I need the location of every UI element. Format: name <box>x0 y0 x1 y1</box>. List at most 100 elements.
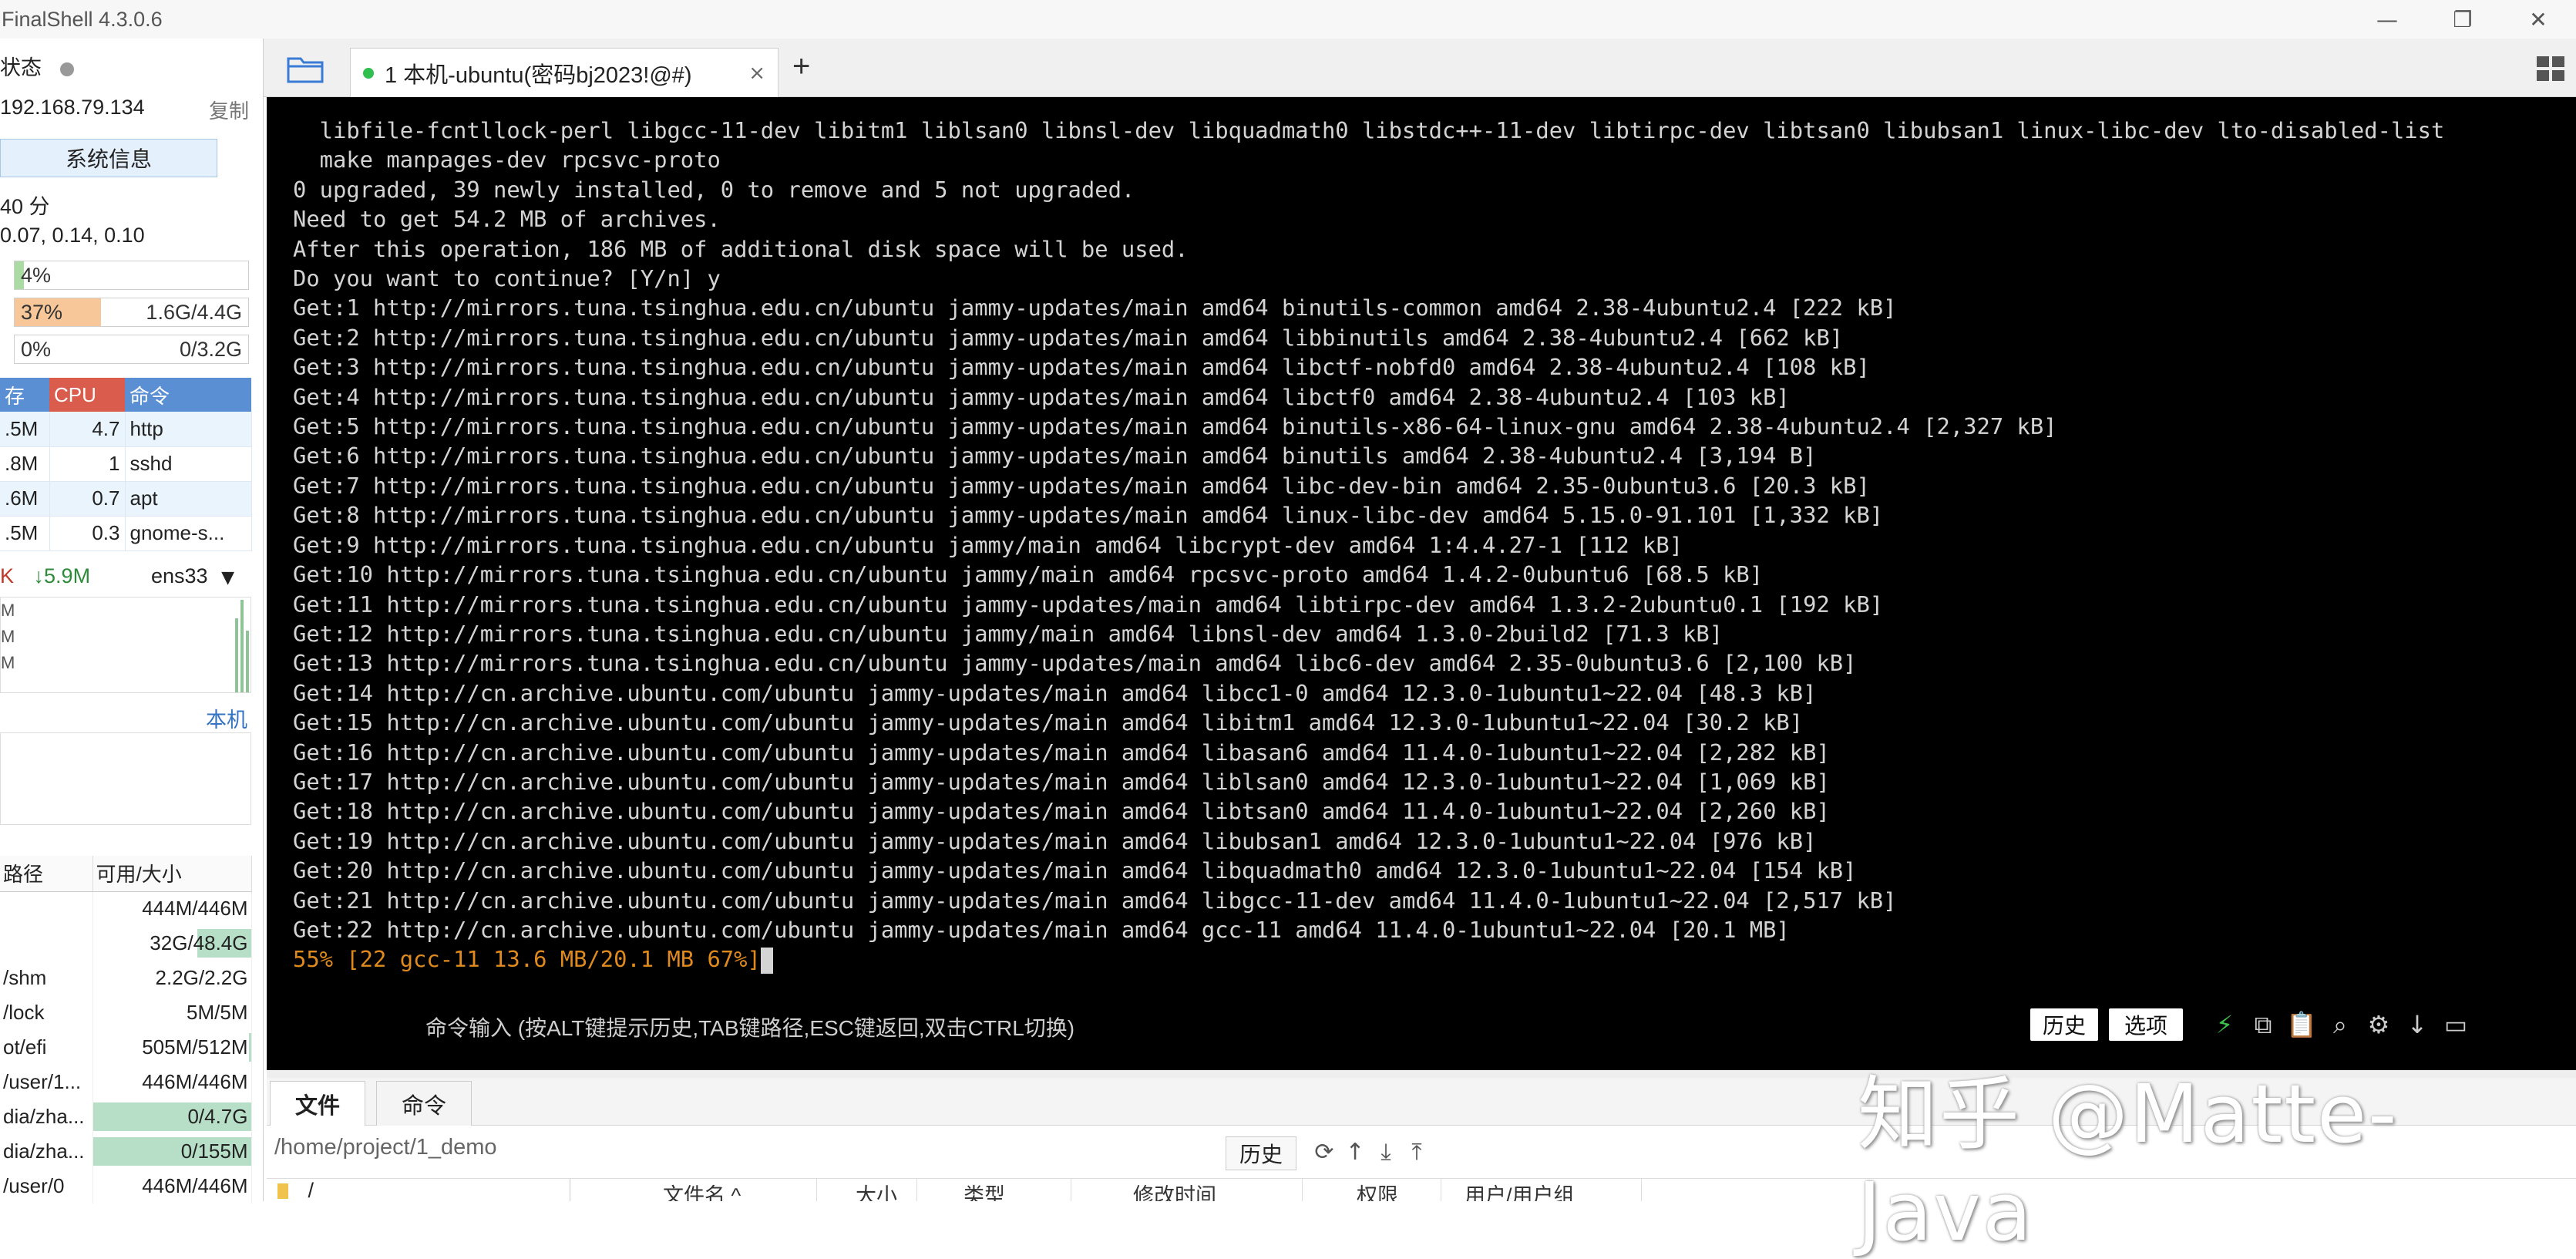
table-row[interactable]: dia/zha... 0/155M <box>0 1134 252 1169</box>
status-label: 状态 <box>0 56 42 79</box>
status-row: 状态 <box>0 51 74 81</box>
swap-meter: 0% 0/3.2G <box>14 335 249 364</box>
up-dir-icon[interactable]: ↑ <box>1343 1136 1367 1167</box>
process-cpu: 1 <box>49 446 126 482</box>
command-input[interactable]: 命令输入 (按ALT键提示历史,TAB键路径,ESC键返回,双击CTRL切换) <box>425 1012 1074 1042</box>
table-row[interactable]: /user/0 446M/446M <box>0 1169 252 1203</box>
tab-files[interactable]: 文件 <box>270 1081 365 1126</box>
disk-size-cell: 32G/48.4G <box>92 926 252 961</box>
terminal-line: After this operation, 186 MB of addition… <box>293 235 1189 262</box>
graph-spike <box>246 631 249 692</box>
refresh-icon[interactable]: ⟳ <box>1312 1136 1337 1167</box>
table-row[interactable]: 444M/446M <box>0 891 252 926</box>
process-cpu: 0.3 <box>49 516 126 551</box>
command-column-header[interactable]: 命令 <box>125 378 251 412</box>
terminal-line: Get:10 http://mirrors.tuna.tsinghua.edu.… <box>293 561 1764 588</box>
size-column[interactable]: 大小 <box>817 1179 917 1201</box>
mem-column-header[interactable]: 存 <box>0 378 49 412</box>
path-input[interactable]: /home/project/1_demo <box>274 1135 497 1160</box>
filename-column[interactable]: 文件名 ^ <box>586 1179 817 1201</box>
network-down: ↓5.9M <box>33 564 91 587</box>
size-column-header[interactable]: 可用/大小 <box>92 856 252 892</box>
terminal-line: Get:18 http://cn.archive.ubuntu.com/ubun… <box>293 798 1830 825</box>
table-row[interactable]: ot/efi 505M/512M <box>0 1030 252 1065</box>
terminal-line: Get:14 http://cn.archive.ubuntu.com/ubun… <box>293 679 1817 706</box>
table-row[interactable]: dia/zha... 0/4.7G <box>0 1099 252 1134</box>
modified-column[interactable]: 修改时间 <box>1071 1179 1303 1201</box>
disk-size-cell: 444M/446M <box>92 891 252 926</box>
network-interface-select[interactable]: ens33 ▼ <box>151 564 234 588</box>
disk-size: 444M/446M <box>142 897 248 921</box>
progress-line: 55% [22 gcc-11 13.6 MB/20.1 MB 67%] <box>293 944 2551 975</box>
close-icon[interactable]: × <box>748 62 765 85</box>
tree-root: / <box>308 1179 314 1201</box>
copy-icon[interactable]: ⧉ <box>2248 1008 2278 1041</box>
folder-icon[interactable] <box>287 54 325 87</box>
app-title: FinalShell 4.3.0.6 <box>2 7 163 31</box>
layout-grid-icon[interactable] <box>2536 56 2565 86</box>
download-icon[interactable]: ⤓ <box>1374 1136 1398 1167</box>
local-link[interactable]: 本机 <box>206 703 247 733</box>
add-tab-button[interactable]: + <box>792 49 810 84</box>
disk-size: 446M/446M <box>142 1174 248 1197</box>
permission-column[interactable]: 权限 <box>1303 1179 1441 1201</box>
path-history-button[interactable]: 历史 <box>1226 1136 1296 1170</box>
search-icon[interactable]: ⌕ <box>2325 1008 2356 1041</box>
table-row[interactable]: .8M 1 sshd <box>0 446 252 482</box>
maximize-icon[interactable]: ▭ <box>2440 1008 2471 1041</box>
path-column-header[interactable]: 路径 <box>0 856 93 892</box>
disk-size-cell: 2.2G/2.2G <box>92 961 252 995</box>
uptime: 40 分 <box>0 195 50 218</box>
close-window-button[interactable]: ✕ <box>2500 0 2576 39</box>
directory-tree[interactable]: / <box>277 1179 570 1201</box>
restore-button[interactable]: ❐ <box>2425 0 2500 39</box>
minimize-button[interactable]: — <box>2349 0 2425 39</box>
table-row[interactable]: /shm 2.2G/2.2G <box>0 961 252 995</box>
type-column[interactable]: 类型 <box>917 1179 1071 1201</box>
tab-session-1[interactable]: 1 本机-ubuntu(密码bj2023!@#) × <box>350 48 779 97</box>
terminal-line: 0 upgraded, 39 newly installed, 0 to rem… <box>293 176 1135 203</box>
disk-size: 505M/512M <box>142 1035 248 1059</box>
terminal-line: Get:19 http://cn.archive.ubuntu.com/ubun… <box>293 827 1817 854</box>
arrow-down-icon[interactable]: ↓ <box>2402 1008 2433 1041</box>
disk-table-header: 路径 可用/大小 <box>0 856 252 892</box>
table-row[interactable]: .5M 0.3 gnome-s... <box>0 516 252 551</box>
table-row[interactable]: /user/1... 446M/446M <box>0 1065 252 1099</box>
network-interface: ens33 <box>151 564 208 587</box>
cpu-percent: 4% <box>21 264 52 287</box>
options-button[interactable]: 选项 <box>2109 1008 2183 1041</box>
tab-commands[interactable]: 命令 <box>376 1081 472 1126</box>
owner-column[interactable]: 用户/用户组 <box>1441 1179 1642 1201</box>
cpu-meter: 4% <box>14 261 249 290</box>
window-controls: — ❐ ✕ <box>2349 0 2576 39</box>
process-mem: .8M <box>0 446 50 482</box>
terminal-line: Get:4 http://mirrors.tuna.tsinghua.edu.c… <box>293 383 1790 410</box>
disk-size-cell: 5M/5M <box>92 995 252 1030</box>
cpu-column-header[interactable]: CPU <box>49 378 125 412</box>
terminal-line: Get:16 http://cn.archive.ubuntu.com/ubun… <box>293 739 1830 766</box>
upload-icon[interactable]: ⤒ <box>1404 1136 1429 1167</box>
gear-icon[interactable]: ⚙ <box>2363 1008 2394 1041</box>
disk-path <box>0 926 93 961</box>
table-row[interactable]: /lock 5M/5M <box>0 995 252 1030</box>
lightning-icon[interactable]: ⚡ <box>2209 1008 2240 1041</box>
terminal-line: Get:1 http://mirrors.tuna.tsinghua.edu.c… <box>293 295 1897 321</box>
graph-spike <box>235 618 238 692</box>
disk-path <box>0 891 93 926</box>
paste-icon[interactable]: 📋 <box>2286 1008 2317 1041</box>
table-row[interactable]: .5M 4.7 http <box>0 412 252 447</box>
terminal-output[interactable]: libfile-fcntllock-perl libgcc-11-dev lib… <box>267 97 2576 1070</box>
status-sidebar: 状态 192.168.79.134 复制 系统信息 40 分 0.07, 0.1… <box>0 39 264 1203</box>
disk-size-cell: 505M/512M <box>92 1030 252 1065</box>
copy-ip-link[interactable]: 复制 <box>209 96 249 124</box>
disk-size: 32G/48.4G <box>150 931 248 954</box>
process-cmd: gnome-s... <box>125 516 252 551</box>
network-row: K ↓5.9M ens33 ▼ <box>0 564 251 588</box>
table-row[interactable]: .6M 0.7 apt <box>0 481 252 517</box>
history-button[interactable]: 历史 <box>2030 1008 2098 1041</box>
disk-size-cell: 446M/446M <box>92 1065 252 1099</box>
terminal-line: Do you want to continue? [Y/n] y <box>293 265 721 292</box>
table-row[interactable]: 32G/48.4G <box>0 926 252 961</box>
system-info-button[interactable]: 系统信息 <box>0 139 217 177</box>
terminal-line: make manpages-dev rpcsvc-proto <box>293 146 721 173</box>
